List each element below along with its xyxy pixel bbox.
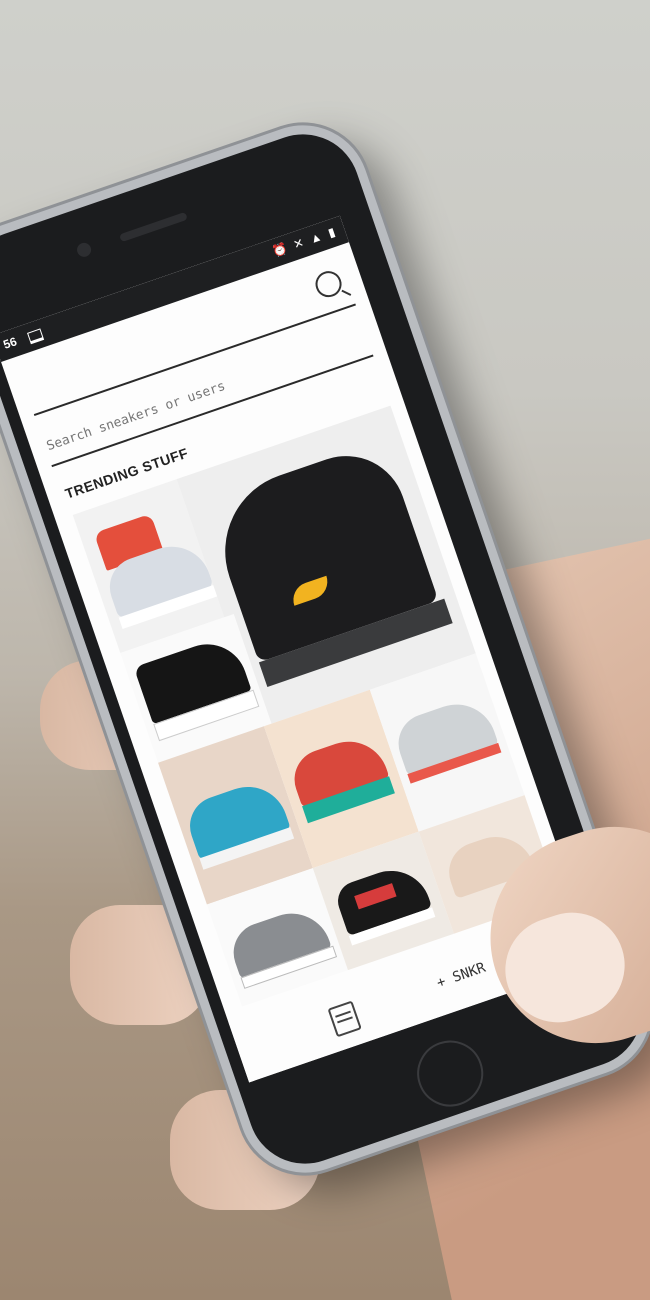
status-icons: ⏰ ✕ ▲ ▮: [270, 223, 339, 260]
laptop-icon: [27, 328, 45, 345]
photo-background: 56 ⏰ ✕ ▲ ▮ TRENDING STUFF: [0, 0, 650, 1300]
feed-icon[interactable]: [327, 1000, 362, 1038]
home-button: [408, 1031, 493, 1116]
search-icon[interactable]: [312, 267, 346, 301]
add-sneaker-button[interactable]: + SNKR: [435, 960, 488, 992]
status-time: 56: [1, 334, 19, 352]
front-camera: [75, 240, 93, 259]
earpiece-speaker: [119, 211, 188, 243]
